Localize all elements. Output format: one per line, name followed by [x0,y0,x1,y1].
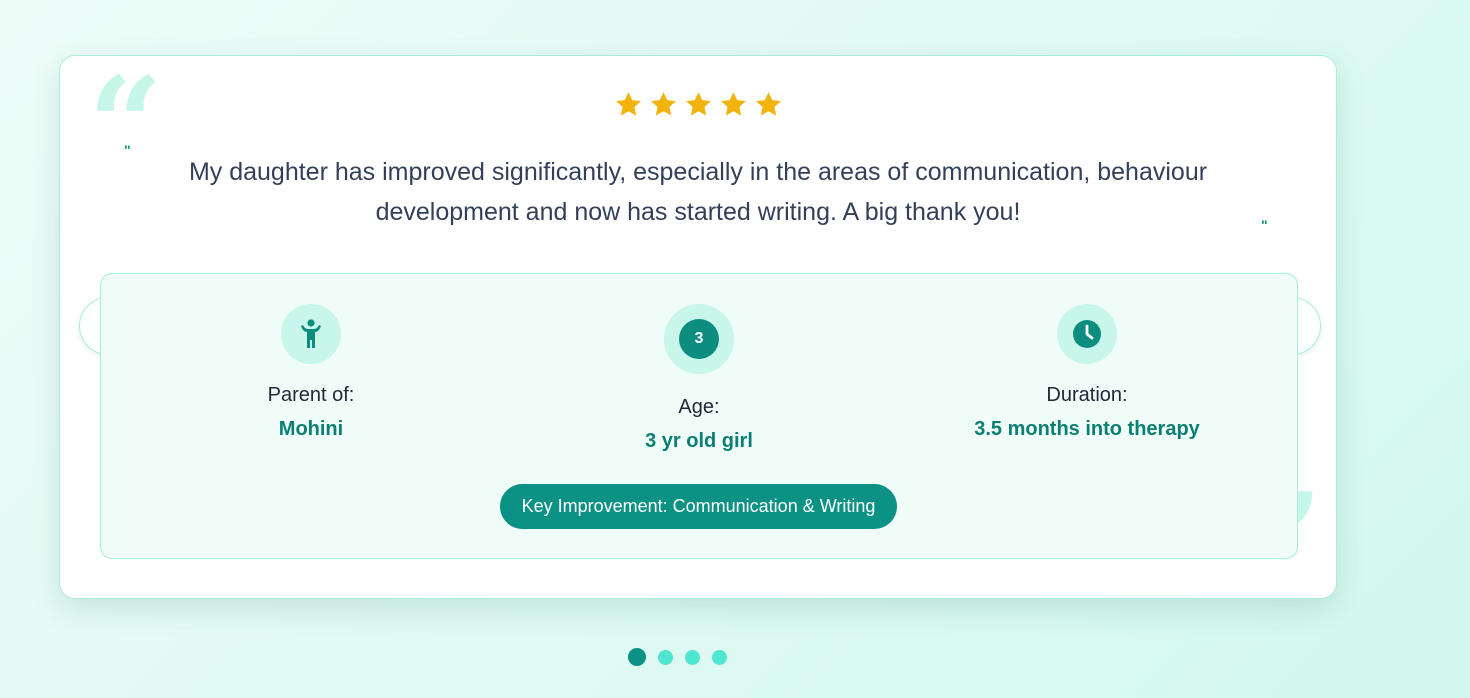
clock-icon-circle [1057,304,1117,364]
age-label: Age: [678,396,720,418]
parent-label: Parent of: [267,384,355,406]
star-icon [755,92,781,116]
star-icon [720,92,746,116]
small-quote-icon: " [1261,217,1268,233]
child-icon-circle [281,304,341,364]
pagination-dot-4[interactable] [712,649,727,665]
parent-name: Mohini [278,418,344,440]
star-rating [60,90,1336,119]
child-info-panel: Parent of: Mohini 3 Age: 3 yr old girl D… [100,273,1298,559]
age-value: 3 yr old girl [645,430,753,452]
pagination-dot-3[interactable] [685,649,700,665]
child-icon [301,319,321,348]
pagination-dot-1[interactable] [628,648,646,666]
star-icon [615,92,641,116]
star-icon [650,92,676,116]
clock-icon [1073,320,1101,348]
duration-value: 3.5 months into therapy [974,418,1200,440]
pagination-dot-2[interactable] [658,649,673,665]
age-icon-circle: 3 [664,304,734,374]
age-info: 3 Age: 3 yr old girl [519,304,879,453]
small-quote-icon: " [124,142,131,158]
parent-info: Parent of: Mohini [131,304,491,441]
testimonial-text: My daughter has improved significantly, … [188,158,1208,226]
carousel-pagination [628,648,727,666]
testimonial-card: “ " " My daughter has improved significa… [59,55,1337,606]
age-badge: 3 [679,319,719,359]
duration-label: Duration: [1046,384,1128,406]
star-icon [685,92,711,116]
key-improvement-button[interactable]: Key Improvement: Communication & Writing [500,484,897,529]
duration-info: Duration: 3.5 months into therapy [907,304,1267,441]
